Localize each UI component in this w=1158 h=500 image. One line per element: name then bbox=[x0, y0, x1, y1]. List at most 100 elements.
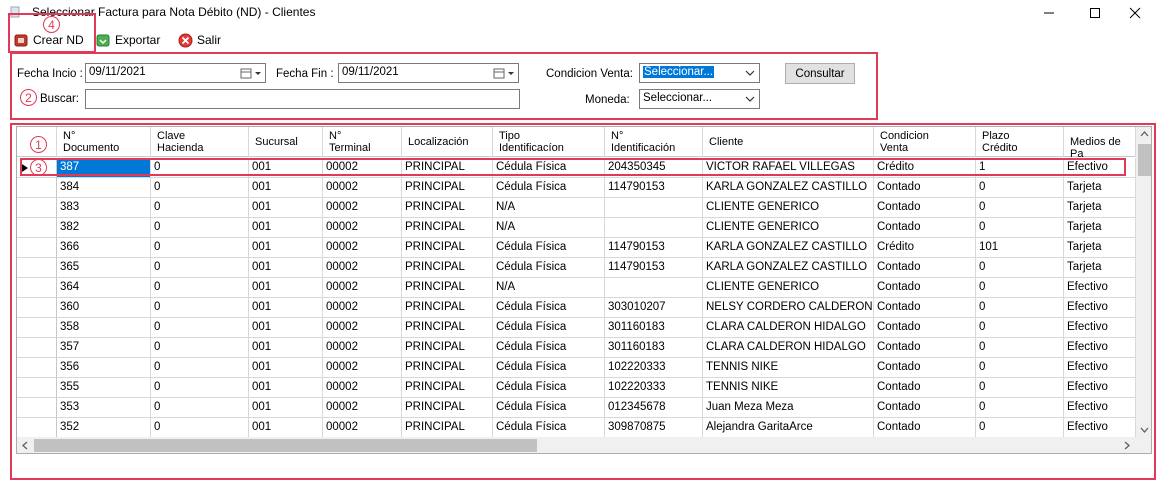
column-header[interactable]: Localización bbox=[402, 127, 493, 157]
table-cell[interactable]: Juan Meza Meza bbox=[703, 398, 874, 418]
table-cell[interactable]: 00002 bbox=[323, 338, 402, 358]
vertical-scroll-thumb[interactable] bbox=[1138, 144, 1151, 176]
row-header[interactable] bbox=[17, 298, 57, 318]
table-cell[interactable]: 356 bbox=[57, 358, 151, 378]
table-cell[interactable]: Tarjeta bbox=[1064, 178, 1136, 198]
table-cell[interactable]: 001 bbox=[249, 358, 323, 378]
column-header[interactable]: N° Documento bbox=[57, 127, 151, 157]
table-cell[interactable]: 0 bbox=[151, 278, 249, 298]
buscar-input[interactable] bbox=[85, 89, 520, 109]
table-cell[interactable]: 204350345 bbox=[605, 158, 703, 178]
table-row[interactable]: 387 0 001 00002 PRINCIPAL Cédula Física 204350… bbox=[17, 158, 1151, 178]
table-cell[interactable]: PRINCIPAL bbox=[402, 318, 493, 338]
row-header[interactable] bbox=[17, 218, 57, 238]
table-cell[interactable]: 0 bbox=[976, 378, 1064, 398]
table-cell[interactable]: 358 bbox=[57, 318, 151, 338]
minimize-button[interactable] bbox=[1026, 0, 1072, 26]
table-cell[interactable]: 309870875 bbox=[605, 418, 703, 438]
table-cell[interactable]: PRINCIPAL bbox=[402, 398, 493, 418]
table-cell[interactable]: PRINCIPAL bbox=[402, 158, 493, 178]
table-cell[interactable]: Cédula Física bbox=[493, 158, 605, 178]
table-cell[interactable]: 001 bbox=[249, 158, 323, 178]
table-cell[interactable]: CLARA CALDERON HIDALGO bbox=[703, 318, 874, 338]
row-header[interactable] bbox=[17, 378, 57, 398]
scroll-down-icon[interactable] bbox=[1140, 427, 1149, 433]
table-row[interactable]: 357 0 001 00002 PRINCIPAL Cédula Física 301160… bbox=[17, 338, 1151, 358]
table-cell[interactable]: Cédula Física bbox=[493, 358, 605, 378]
table-cell[interactable]: 00002 bbox=[323, 158, 402, 178]
table-cell[interactable]: Contado bbox=[874, 358, 976, 378]
table-cell[interactable]: Contado bbox=[874, 258, 976, 278]
table-cell[interactable]: 0 bbox=[151, 358, 249, 378]
table-cell[interactable]: 00002 bbox=[323, 218, 402, 238]
table-cell[interactable]: Cédula Física bbox=[493, 378, 605, 398]
table-cell[interactable]: 0 bbox=[976, 198, 1064, 218]
table-row[interactable]: 356 0 001 00002 PRINCIPAL Cédula Física 102220… bbox=[17, 358, 1151, 378]
chevron-down-icon[interactable] bbox=[741, 90, 759, 108]
column-header[interactable]: Plazo Crédito bbox=[976, 127, 1064, 157]
table-row[interactable]: 383 0 001 00002 PRINCIPAL N/A CLIENTE GENERICO… bbox=[17, 198, 1151, 218]
table-cell[interactable]: KARLA GONZALEZ CASTILLO bbox=[703, 238, 874, 258]
table-cell[interactable]: 001 bbox=[249, 238, 323, 258]
table-cell[interactable]: Contado bbox=[874, 278, 976, 298]
table-cell[interactable]: PRINCIPAL bbox=[402, 178, 493, 198]
table-cell[interactable]: Contado bbox=[874, 218, 976, 238]
column-header[interactable]: Sucursal bbox=[249, 127, 323, 157]
column-header[interactable]: N° Terminal bbox=[323, 127, 402, 157]
table-cell[interactable] bbox=[605, 198, 703, 218]
fecha-fin-picker[interactable]: 09/11/2021 bbox=[338, 63, 519, 83]
table-cell[interactable]: 0 bbox=[976, 318, 1064, 338]
table-cell[interactable]: Tarjeta bbox=[1064, 218, 1136, 238]
table-cell[interactable]: Alejandra GaritaArce bbox=[703, 418, 874, 438]
table-cell[interactable]: PRINCIPAL bbox=[402, 238, 493, 258]
table-cell[interactable]: 0 bbox=[976, 398, 1064, 418]
row-header[interactable] bbox=[17, 338, 57, 358]
table-cell[interactable]: 364 bbox=[57, 278, 151, 298]
table-cell[interactable]: Contado bbox=[874, 198, 976, 218]
crear-nd-button[interactable]: Crear ND bbox=[14, 31, 84, 49]
horizontal-scrollbar[interactable] bbox=[17, 437, 1151, 453]
table-cell[interactable]: Cédula Física bbox=[493, 298, 605, 318]
table-cell[interactable]: 357 bbox=[57, 338, 151, 358]
row-header[interactable] bbox=[17, 418, 57, 438]
column-header[interactable]: Condicion Venta bbox=[874, 127, 976, 157]
salir-button[interactable]: Salir bbox=[178, 31, 221, 49]
table-cell[interactable]: PRINCIPAL bbox=[402, 338, 493, 358]
table-cell[interactable]: Cédula Física bbox=[493, 238, 605, 258]
table-cell[interactable]: 303010207 bbox=[605, 298, 703, 318]
table-cell[interactable]: 00002 bbox=[323, 418, 402, 438]
table-cell[interactable]: 366 bbox=[57, 238, 151, 258]
table-cell[interactable]: 00002 bbox=[323, 298, 402, 318]
table-cell[interactable]: 001 bbox=[249, 258, 323, 278]
table-cell[interactable]: N/A bbox=[493, 198, 605, 218]
table-cell[interactable]: TENNIS NIKE bbox=[703, 358, 874, 378]
row-header[interactable] bbox=[17, 238, 57, 258]
table-cell[interactable]: 355 bbox=[57, 378, 151, 398]
horizontal-scroll-thumb[interactable] bbox=[34, 439, 537, 452]
vertical-scrollbar[interactable] bbox=[1136, 127, 1151, 437]
table-cell[interactable]: 0 bbox=[151, 198, 249, 218]
row-header[interactable] bbox=[17, 278, 57, 298]
table-cell[interactable]: 001 bbox=[249, 178, 323, 198]
table-cell[interactable]: 001 bbox=[249, 298, 323, 318]
fecha-inicio-picker[interactable]: 09/11/2021 bbox=[85, 63, 266, 83]
table-cell[interactable]: 301160183 bbox=[605, 318, 703, 338]
table-row[interactable]: 355 0 001 00002 PRINCIPAL Cédula Física 102220… bbox=[17, 378, 1151, 398]
table-cell[interactable]: 384 bbox=[57, 178, 151, 198]
table-cell[interactable]: 001 bbox=[249, 218, 323, 238]
table-cell[interactable]: 101 bbox=[976, 238, 1064, 258]
table-cell[interactable]: Efectivo bbox=[1064, 298, 1136, 318]
calendar-dropdown-icon[interactable] bbox=[239, 64, 265, 82]
table-cell[interactable]: 0 bbox=[151, 378, 249, 398]
column-header[interactable]: Cliente bbox=[703, 127, 874, 157]
table-cell[interactable]: Contado bbox=[874, 378, 976, 398]
row-header[interactable] bbox=[17, 178, 57, 198]
table-cell[interactable]: 0 bbox=[151, 158, 249, 178]
table-row[interactable]: 358 0 001 00002 PRINCIPAL Cédula Física 301160… bbox=[17, 318, 1151, 338]
row-header[interactable] bbox=[17, 358, 57, 378]
table-cell[interactable]: Contado bbox=[874, 398, 976, 418]
table-cell[interactable]: KARLA GONZALEZ CASTILLO bbox=[703, 178, 874, 198]
table-cell[interactable]: Efectivo bbox=[1064, 278, 1136, 298]
close-window-button[interactable] bbox=[1112, 0, 1158, 26]
table-cell[interactable]: 387 bbox=[57, 158, 151, 178]
